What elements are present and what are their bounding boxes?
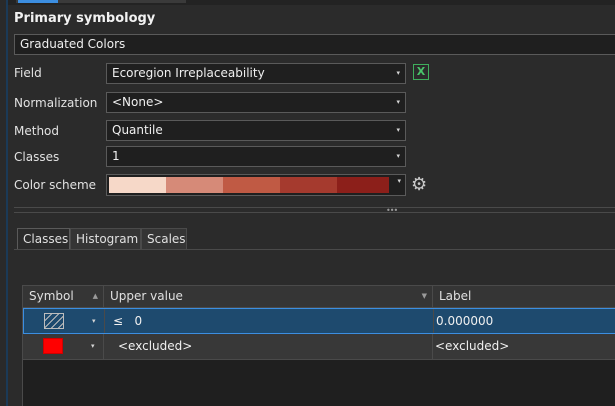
chevron-down-icon: ▾: [396, 69, 400, 77]
classes-value: 1: [112, 149, 120, 163]
chevron-down-icon: ▾: [396, 98, 400, 106]
method-dropdown[interactable]: Quantile ▾: [106, 120, 406, 141]
color-ramp-swatch: [109, 177, 166, 193]
chevron-down-icon: ▾: [397, 177, 401, 185]
label-cell[interactable]: 0.000000: [434, 309, 615, 333]
sort-up-icon: ▲: [92, 292, 98, 300]
header-symbol[interactable]: Symbol ▲: [23, 286, 104, 307]
chevron-down-icon[interactable]: ▾: [91, 334, 95, 358]
upper-value-cell[interactable]: ≤ 0: [105, 309, 434, 333]
color-scheme-label: Color scheme: [14, 178, 97, 192]
normalization-value: <None>: [112, 95, 164, 109]
classes-label: Classes: [14, 150, 60, 164]
tab-histogram[interactable]: Histogram: [70, 228, 141, 249]
red-symbol-swatch[interactable]: [43, 338, 63, 354]
normalization-label: Normalization: [14, 96, 98, 110]
color-ramp-swatch: [223, 177, 280, 193]
header-upper-value[interactable]: Upper value ▼: [104, 286, 433, 307]
method-value: Quantile: [112, 123, 163, 137]
hatch-symbol-swatch[interactable]: [44, 313, 64, 329]
top-tab-strip: [8, 0, 615, 5]
divider: [14, 207, 615, 208]
sort-down-icon: ▼: [421, 292, 427, 300]
normalization-dropdown[interactable]: <None> ▾: [106, 92, 406, 113]
label-cell[interactable]: <excluded>: [433, 334, 615, 359]
chevron-down-icon: ▾: [396, 126, 400, 134]
table-row[interactable]: ▾ <excluded> <excluded>: [23, 334, 615, 360]
section-heading: Primary symbology: [14, 11, 156, 26]
classes-table: Symbol ▲ Upper value ▼ Label ▾ ≤ 0 0.000…: [22, 285, 615, 406]
upper-value-cell[interactable]: <excluded>: [104, 334, 433, 359]
left-edge: [0, 0, 8, 406]
renderer-value: Graduated Colors: [20, 37, 126, 51]
chevron-down-icon: ▾: [396, 152, 400, 160]
table-row[interactable]: ▾ ≤ 0 0.000000: [23, 308, 615, 334]
divider: [14, 212, 615, 213]
field-dropdown[interactable]: Ecoregion Irreplaceability ▾: [106, 63, 406, 84]
renderer-dropdown[interactable]: Graduated Colors: [14, 34, 615, 55]
tab-underline: [14, 249, 615, 250]
field-label: Field: [14, 66, 42, 80]
color-ramp-swatch: [166, 177, 223, 193]
classes-dropdown[interactable]: 1 ▾: [106, 146, 406, 167]
symbol-cell[interactable]: ▾: [23, 334, 104, 359]
excel-icon[interactable]: X: [413, 64, 429, 80]
tab-classes[interactable]: Classes: [17, 228, 70, 249]
color-scheme-dropdown[interactable]: ▾: [106, 174, 406, 196]
gear-icon[interactable]: ⚙: [411, 175, 427, 195]
field-value: Ecoregion Irreplaceability: [112, 66, 265, 80]
method-label: Method: [14, 124, 60, 138]
tab-scales[interactable]: Scales: [141, 228, 187, 249]
symbol-cell[interactable]: ▾: [24, 309, 105, 333]
color-ramp-swatch: [280, 177, 337, 193]
header-label[interactable]: Label: [433, 286, 615, 307]
color-ramp-swatch: [337, 177, 389, 193]
chevron-down-icon[interactable]: ▾: [92, 309, 96, 333]
table-header: Symbol ▲ Upper value ▼ Label: [23, 286, 615, 308]
splitter-grip-icon[interactable]: •••: [386, 207, 398, 215]
